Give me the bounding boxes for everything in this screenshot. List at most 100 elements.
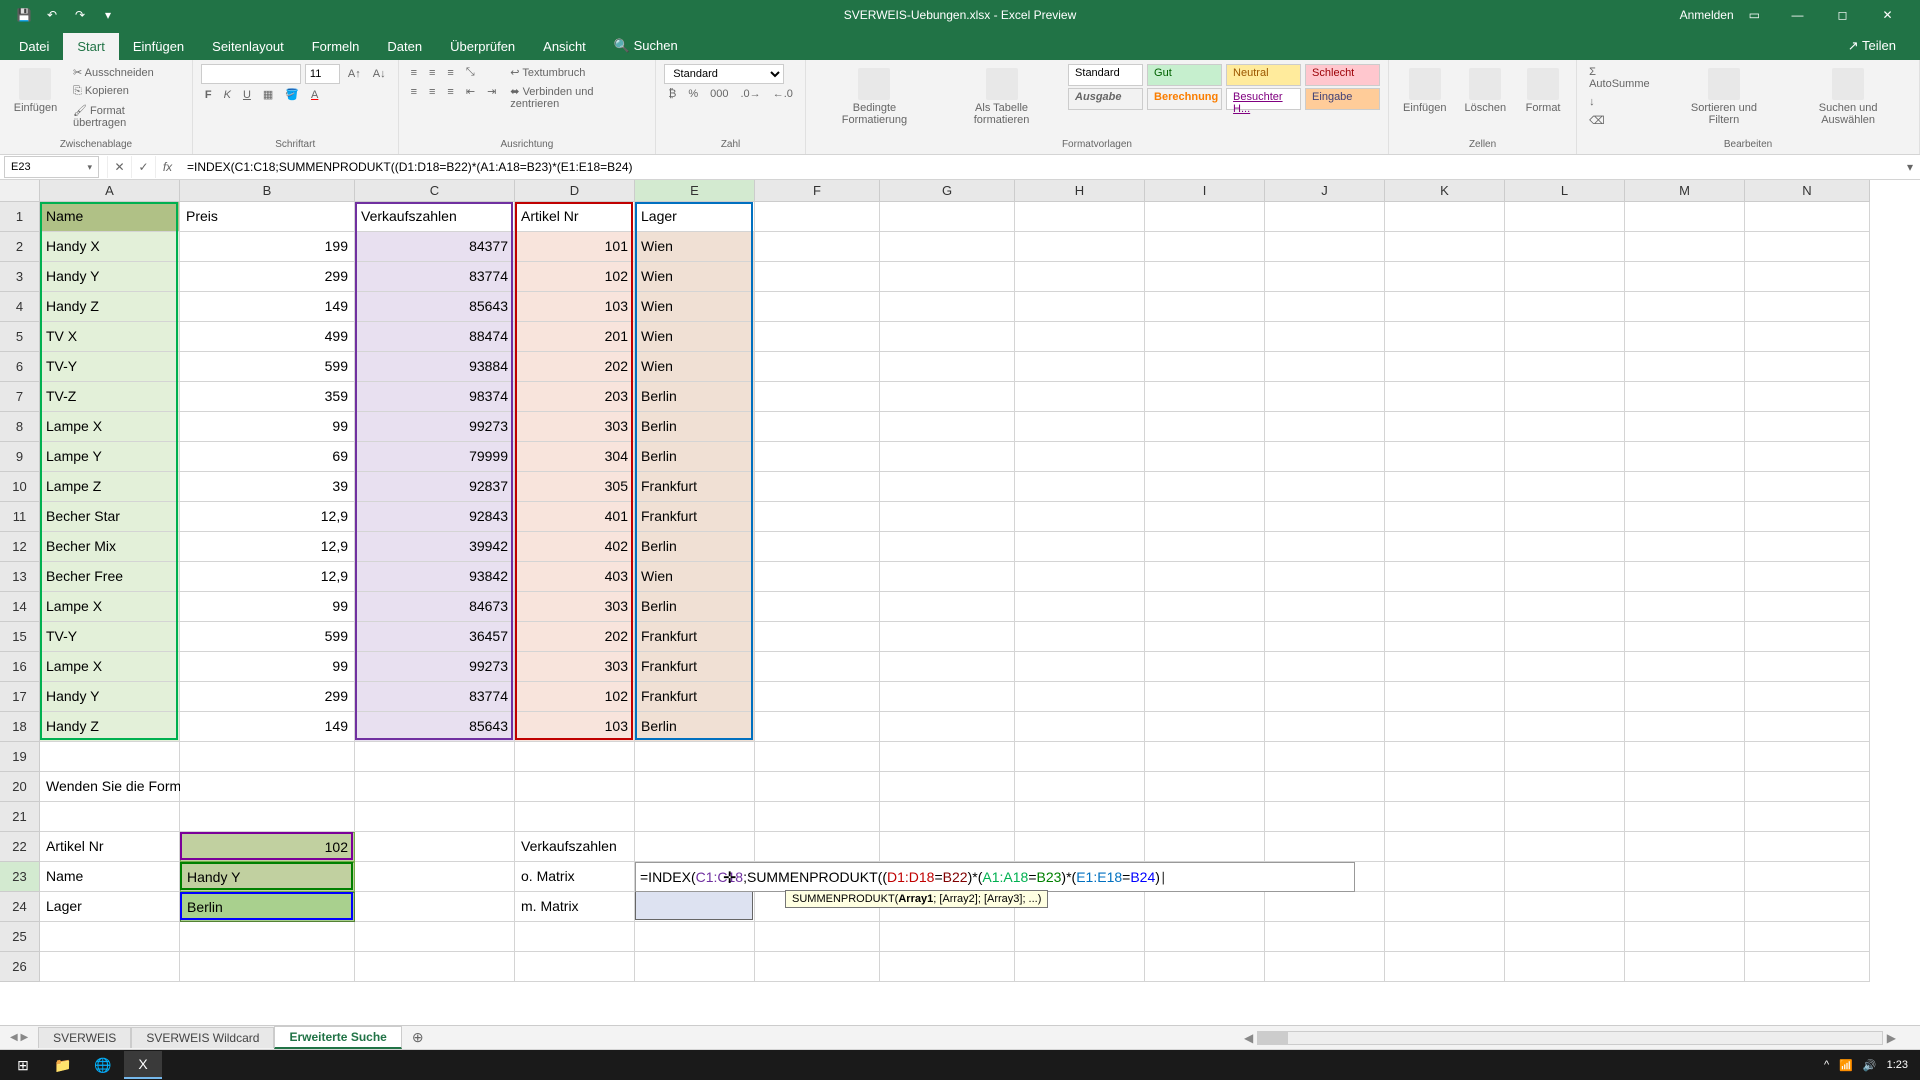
row-header-21[interactable]: 21 <box>0 802 40 832</box>
cell[interactable] <box>1625 592 1745 622</box>
cell[interactable]: 103 <box>515 292 635 322</box>
cell[interactable] <box>880 412 1015 442</box>
cell[interactable]: 403 <box>515 562 635 592</box>
cell[interactable] <box>355 832 515 862</box>
cell[interactable] <box>880 232 1015 262</box>
cell[interactable]: m. Matrix <box>515 892 635 922</box>
cell[interactable]: 303 <box>515 652 635 682</box>
cell[interactable] <box>1505 862 1625 892</box>
accept-formula-button[interactable]: ✓ <box>131 156 155 178</box>
increase-font-icon[interactable]: A↑ <box>344 66 365 82</box>
row-header-6[interactable]: 6 <box>0 352 40 382</box>
cell[interactable]: Lampe X <box>40 652 180 682</box>
cell[interactable]: 85643 <box>355 292 515 322</box>
cell[interactable] <box>1145 832 1265 862</box>
sheet-nav[interactable]: ◀ ▶ <box>0 1032 38 1043</box>
formula-expand-icon[interactable]: ▾ <box>1900 160 1920 174</box>
excel-taskbar-icon[interactable]: X <box>124 1051 162 1079</box>
sign-in-link[interactable]: Anmelden <box>1680 8 1734 22</box>
tell-me-search[interactable]: 🔍 Suchen <box>600 32 692 60</box>
column-header-g[interactable]: G <box>880 180 1015 202</box>
cell[interactable] <box>1015 352 1145 382</box>
cell[interactable] <box>180 952 355 982</box>
cell[interactable] <box>1265 592 1385 622</box>
cell[interactable] <box>635 832 755 862</box>
name-box[interactable]: E23▾ <box>4 156 99 178</box>
cell[interactable] <box>1385 742 1505 772</box>
cell[interactable]: Artikel Nr <box>40 832 180 862</box>
cell[interactable] <box>1625 712 1745 742</box>
row-header-17[interactable]: 17 <box>0 682 40 712</box>
share-button[interactable]: ↗ Teilen <box>1834 32 1910 60</box>
cell[interactable] <box>635 802 755 832</box>
cell[interactable] <box>880 382 1015 412</box>
cell[interactable] <box>755 532 880 562</box>
cell[interactable] <box>1505 682 1625 712</box>
cell[interactable]: 499 <box>180 322 355 352</box>
cell[interactable] <box>1505 472 1625 502</box>
cell[interactable] <box>880 712 1015 742</box>
paste-button[interactable]: Einfügen <box>8 64 63 118</box>
row-header-23[interactable]: 23 <box>0 862 40 892</box>
cell[interactable] <box>1145 382 1265 412</box>
indent-decrease-icon[interactable]: ⇤ <box>462 83 479 100</box>
cell[interactable]: Lager <box>635 202 755 232</box>
cell[interactable] <box>1015 562 1145 592</box>
cell[interactable] <box>755 232 880 262</box>
cell[interactable] <box>1505 232 1625 262</box>
column-header-m[interactable]: M <box>1625 180 1745 202</box>
tab-start[interactable]: Start <box>63 33 118 60</box>
cell[interactable] <box>1385 892 1505 922</box>
cell[interactable] <box>1385 952 1505 982</box>
cell[interactable]: Wien <box>635 352 755 382</box>
row-header-5[interactable]: 5 <box>0 322 40 352</box>
volume-icon[interactable]: 🔊 <box>1863 1059 1877 1072</box>
cell[interactable]: 149 <box>180 712 355 742</box>
cell[interactable] <box>515 742 635 772</box>
cell[interactable]: 99 <box>180 412 355 442</box>
cell[interactable] <box>1745 352 1870 382</box>
cell[interactable] <box>1145 532 1265 562</box>
cell[interactable]: TV-Z <box>40 382 180 412</box>
cell[interactable]: TV X <box>40 322 180 352</box>
cell[interactable] <box>1385 292 1505 322</box>
cell[interactable] <box>880 532 1015 562</box>
orientation-icon[interactable]: ⤡ <box>462 64 479 81</box>
cell[interactable] <box>880 772 1015 802</box>
cell[interactable]: 304 <box>515 442 635 472</box>
cell[interactable]: 102 <box>515 682 635 712</box>
cell[interactable] <box>1625 382 1745 412</box>
cell[interactable] <box>1145 712 1265 742</box>
cell[interactable]: 83774 <box>355 262 515 292</box>
tab-ansicht[interactable]: Ansicht <box>529 33 600 60</box>
cell[interactable] <box>755 202 880 232</box>
cell[interactable] <box>1385 562 1505 592</box>
cell[interactable] <box>1745 202 1870 232</box>
cell[interactable] <box>1145 652 1265 682</box>
cell[interactable]: Lampe Z <box>40 472 180 502</box>
cell[interactable]: 202 <box>515 622 635 652</box>
cell[interactable] <box>1745 772 1870 802</box>
cell[interactable] <box>1505 382 1625 412</box>
cell[interactable]: Frankfurt <box>635 652 755 682</box>
cell[interactable] <box>1745 472 1870 502</box>
cell[interactable] <box>1505 532 1625 562</box>
cell[interactable] <box>755 352 880 382</box>
cell[interactable]: 12,9 <box>180 502 355 532</box>
cell[interactable] <box>880 292 1015 322</box>
column-header-n[interactable]: N <box>1745 180 1870 202</box>
cell[interactable]: Lager <box>40 892 180 922</box>
fill-button[interactable]: ↓ <box>1585 94 1663 110</box>
cell[interactable]: 299 <box>180 262 355 292</box>
cell[interactable] <box>880 202 1015 232</box>
cell[interactable]: 93884 <box>355 352 515 382</box>
cell[interactable] <box>1015 592 1145 622</box>
cell[interactable] <box>1505 352 1625 382</box>
column-header-e[interactable]: E <box>635 180 755 202</box>
cell[interactable]: 101 <box>515 232 635 262</box>
cell[interactable]: 99 <box>180 652 355 682</box>
cell[interactable] <box>1265 412 1385 442</box>
style-neutral[interactable]: Neutral <box>1226 64 1301 86</box>
cell[interactable] <box>1015 802 1145 832</box>
cell[interactable] <box>1385 412 1505 442</box>
